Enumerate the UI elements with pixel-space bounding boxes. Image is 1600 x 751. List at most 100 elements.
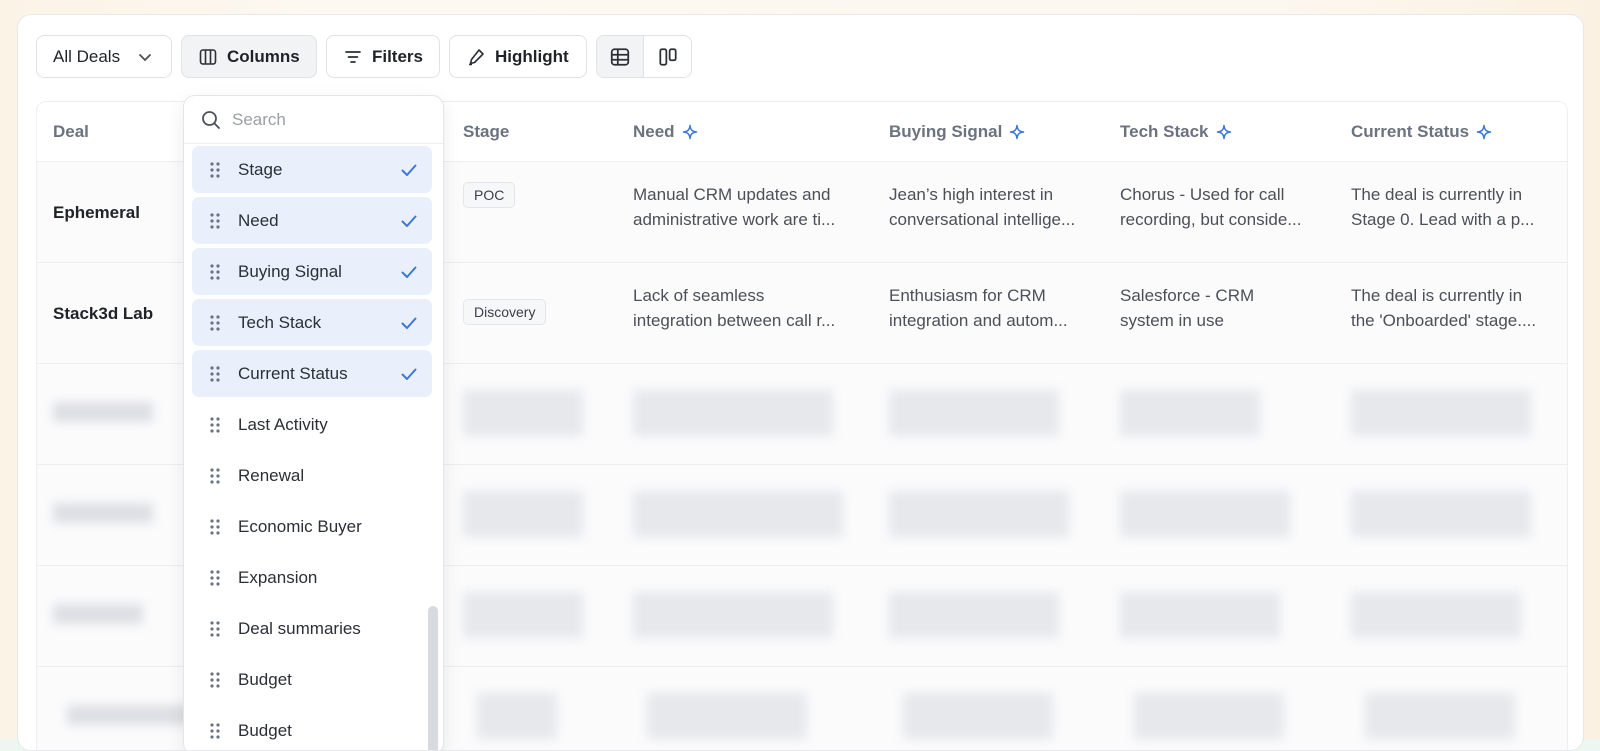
highlight-label: Highlight <box>495 46 569 66</box>
header-need[interactable]: Need <box>633 122 698 142</box>
drag-handle-icon[interactable] <box>208 263 222 281</box>
column-option[interactable]: Last Activity <box>192 401 432 448</box>
drag-handle-icon[interactable] <box>208 212 222 230</box>
need-line: administrative work are ti... <box>633 210 836 229</box>
header-current-status-label: Current Status <box>1351 121 1470 141</box>
board-view-button[interactable] <box>644 36 691 77</box>
header-buying-signal[interactable]: Buying Signal <box>889 122 1025 142</box>
blurred-stage <box>477 693 557 739</box>
columns-list: Stage Need Buying Signal Tech Stack Current … <box>192 146 432 750</box>
view-toggle <box>596 35 692 78</box>
drag-handle-icon[interactable] <box>208 467 222 485</box>
deal-name[interactable]: Ephemeral <box>53 200 140 225</box>
blurred-stage <box>463 491 583 537</box>
blurred-stage <box>463 390 583 436</box>
deals-card: All Deals Columns Filters Highlight Deal <box>17 14 1584 751</box>
columns-menu: Stage Need Buying Signal Tech Stack Current … <box>183 95 444 750</box>
filters-button[interactable]: Filters <box>326 35 440 78</box>
header-current-status[interactable]: Current Status <box>1351 122 1492 142</box>
view-select[interactable]: All Deals <box>36 35 172 78</box>
column-option[interactable]: Budget <box>192 707 432 750</box>
drag-handle-icon[interactable] <box>208 569 222 587</box>
column-option[interactable]: Stage <box>192 146 432 193</box>
check-icon <box>398 312 420 334</box>
filter-icon <box>345 50 361 63</box>
check-icon <box>398 363 420 385</box>
column-option[interactable]: Buying Signal <box>192 248 432 295</box>
column-option[interactable]: Current Status <box>192 350 432 397</box>
drag-handle-icon[interactable] <box>208 314 222 332</box>
blurred-need <box>633 491 843 537</box>
blurred-tech <box>1120 390 1260 436</box>
column-option-label: Buying Signal <box>238 261 342 281</box>
column-option[interactable]: Renewal <box>192 452 432 499</box>
stage-cell: POC <box>463 182 516 208</box>
blurred-signal <box>889 592 1059 638</box>
columns-search <box>184 96 443 144</box>
stage-badge: Discovery <box>463 299 547 325</box>
header-tech-stack-label: Tech Stack <box>1120 121 1209 141</box>
highlight-button[interactable]: Highlight <box>449 35 587 78</box>
buying-signal-line: conversational intellige... <box>889 210 1076 229</box>
drag-handle-icon[interactable] <box>208 722 222 740</box>
view-select-label: All Deals <box>53 46 121 66</box>
drag-handle-icon[interactable] <box>208 518 222 536</box>
blurred-need <box>647 693 807 739</box>
filters-label: Filters <box>371 46 423 66</box>
sparkle-icon <box>682 124 697 139</box>
current-status-cell: The deal is currently in Stage 0. Lead wi… <box>1351 182 1534 232</box>
column-option[interactable]: Budget <box>192 656 432 703</box>
current-status-line: Stage 0. Lead with a p... <box>1351 210 1535 229</box>
blurred-signal <box>903 693 1053 739</box>
blurred-deal <box>53 503 153 523</box>
buying-signal-line: Enthusiasm for CRM <box>889 286 1046 305</box>
columns-button[interactable]: Columns <box>181 35 317 78</box>
deal-name[interactable]: Stack3d Lab <box>53 301 153 326</box>
tech-stack-line: Salesforce - CRM <box>1120 286 1255 305</box>
column-option-label: Budget <box>238 720 292 740</box>
blurred-tech <box>1134 693 1284 739</box>
drag-handle-icon[interactable] <box>208 620 222 638</box>
column-option-label: Deal summaries <box>238 618 361 638</box>
need-cell: Lack of seamless integration between call… <box>633 283 835 333</box>
blurred-tech <box>1120 491 1290 537</box>
column-option[interactable]: Expansion <box>192 554 432 601</box>
column-option-label: Budget <box>238 669 292 689</box>
current-status-line: The deal is currently in <box>1351 185 1523 204</box>
column-option-label: Need <box>238 210 279 230</box>
column-option-label: Tech Stack <box>238 312 322 332</box>
columns-icon <box>199 48 217 65</box>
drag-handle-icon[interactable] <box>208 365 222 383</box>
stage-badge: POC <box>463 182 516 208</box>
current-status-line: The deal is currently in <box>1351 286 1523 305</box>
drag-handle-icon[interactable] <box>208 416 222 434</box>
stage-cell: Discovery <box>463 299 547 325</box>
drag-handle-icon[interactable] <box>208 671 222 689</box>
tech-stack-cell: Salesforce - CRM system in use <box>1120 283 1254 333</box>
header-deal[interactable]: Deal <box>53 122 89 142</box>
column-option-label: Expansion <box>238 567 318 587</box>
header-buying-signal-label: Buying Signal <box>889 121 1003 141</box>
columns-search-input[interactable] <box>232 109 412 130</box>
need-line: Manual CRM updates and <box>633 185 831 204</box>
need-line: integration between call r... <box>633 311 836 330</box>
column-option[interactable]: Tech Stack <box>192 299 432 346</box>
buying-signal-cell: Jean’s high interest in conversational in… <box>889 182 1075 232</box>
table-view-button[interactable] <box>597 36 644 77</box>
blurred-status <box>1351 491 1531 537</box>
column-option[interactable]: Deal summaries <box>192 605 432 652</box>
header-stage[interactable]: Stage <box>463 122 509 142</box>
column-option-label: Economic Buyer <box>238 516 362 536</box>
columns-menu-scrollbar[interactable] <box>428 606 438 750</box>
blurred-deal <box>53 402 153 422</box>
column-option[interactable]: Need <box>192 197 432 244</box>
blurred-signal <box>889 390 1059 436</box>
buying-signal-cell: Enthusiasm for CRM integration and autom.… <box>889 283 1068 333</box>
header-tech-stack[interactable]: Tech Stack <box>1120 122 1232 142</box>
drag-handle-icon[interactable] <box>208 161 222 179</box>
header-need-label: Need <box>633 121 675 141</box>
need-line: Lack of seamless <box>633 286 765 305</box>
column-option-label: Stage <box>238 159 283 179</box>
buying-signal-line: Jean’s high interest in <box>889 185 1054 204</box>
column-option[interactable]: Economic Buyer <box>192 503 432 550</box>
